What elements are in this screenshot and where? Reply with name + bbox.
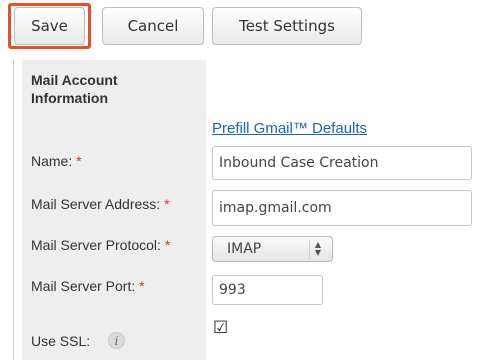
ssl-checkbox[interactable]: ☑ <box>213 318 228 338</box>
server-address-label: Mail Server Address: <box>31 196 161 212</box>
port-label-row: Mail Server Port: * <box>31 278 145 294</box>
port-field[interactable]: 993 <box>212 275 323 305</box>
ssl-label: Use SSL: <box>31 333 91 349</box>
server-address-field[interactable]: imap.gmail.com <box>212 190 472 226</box>
server-address-value: imap.gmail.com <box>219 200 332 216</box>
section-title: Mail Account Information <box>31 72 118 106</box>
name-label: Name: <box>31 153 73 169</box>
name-label-row: Name: * <box>31 153 82 169</box>
save-button[interactable]: Save <box>14 7 85 45</box>
form-border <box>13 60 14 360</box>
protocol-label-row: Mail Server Protocol: * <box>31 237 170 253</box>
info-icon[interactable]: i <box>108 332 125 349</box>
prefill-gmail-defaults-link[interactable]: Prefill Gmail™ Defaults <box>212 120 367 137</box>
port-label: Mail Server Port: <box>31 278 136 294</box>
required-marker: * <box>164 237 171 253</box>
server-address-label-row: Mail Server Address: * <box>31 196 170 212</box>
name-field-value: Inbound Case Creation <box>219 155 379 171</box>
select-arrows-icon: ▲ ▼ <box>309 240 326 259</box>
test-settings-button[interactable]: Test Settings <box>212 7 362 45</box>
protocol-label: Mail Server Protocol: <box>31 237 161 253</box>
port-field-value: 993 <box>219 282 246 298</box>
required-marker: * <box>164 196 170 212</box>
name-field[interactable]: Inbound Case Creation <box>212 146 472 180</box>
protocol-selected-value: IMAP <box>227 241 262 257</box>
required-marker: * <box>139 278 145 294</box>
required-marker: * <box>76 153 82 169</box>
cancel-button[interactable]: Cancel <box>102 7 204 45</box>
protocol-select[interactable]: IMAP ▲ ▼ <box>212 236 333 262</box>
